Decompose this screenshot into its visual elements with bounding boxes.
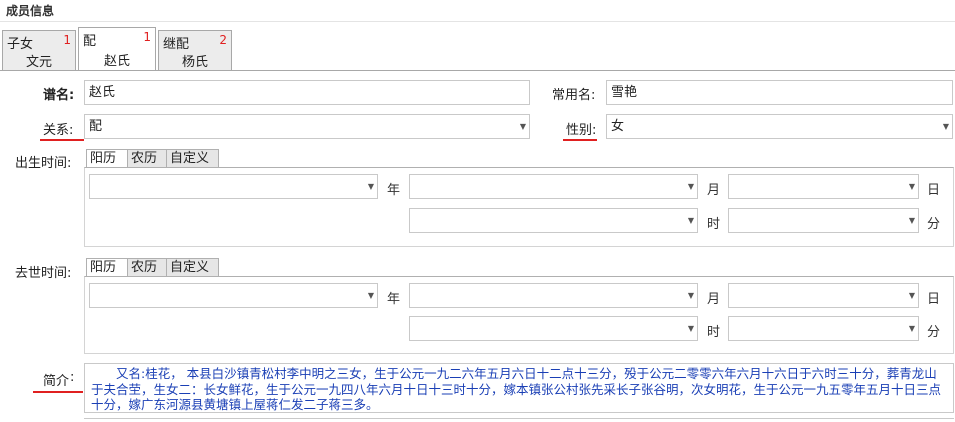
relation-label: 关系: <box>43 123 74 138</box>
common-name-label: 常用名: <box>552 88 596 103</box>
member-tab-children[interactable]: 子女 1 文元 <box>2 30 76 70</box>
genealogy-name-input[interactable]: 赵氏 <box>84 80 530 105</box>
bio-red-underline <box>33 391 83 393</box>
minute-unit: 分 <box>927 325 941 340</box>
header-divider <box>0 21 955 22</box>
dropdown-arrow-icon: ▼ <box>519 122 526 131</box>
relation-red-underline <box>40 139 84 141</box>
tabs-divider <box>0 70 955 71</box>
dropdown-arrow-icon: ▼ <box>687 182 694 191</box>
gender-red-underline <box>563 139 597 141</box>
day-unit: 日 <box>927 183 941 198</box>
birth-time-label: 出生时间: <box>15 156 72 171</box>
birth-tab-solar[interactable]: 阳历 <box>86 149 128 168</box>
death-month-select[interactable]: ▼ <box>409 283 698 308</box>
member-tab-name: 杨氏 <box>181 55 208 70</box>
member-tab-spouse[interactable]: 配 1 赵氏 <box>78 27 156 71</box>
hour-unit: 时 <box>707 325 721 340</box>
death-minute-select[interactable]: ▼ <box>728 316 919 341</box>
year-unit: 年 <box>387 292 401 307</box>
day-unit: 日 <box>927 292 941 307</box>
year-unit: 年 <box>387 183 401 198</box>
dropdown-arrow-icon: ▼ <box>367 291 374 300</box>
birth-hour-select[interactable]: ▼ <box>409 208 698 233</box>
member-tab-name: 文元 <box>25 55 52 70</box>
death-time-label: 去世时间: <box>15 266 72 281</box>
dropdown-arrow-icon: ▼ <box>687 216 694 225</box>
death-day-select[interactable]: ▼ <box>728 283 919 308</box>
birth-minute-select[interactable]: ▼ <box>728 208 919 233</box>
bio-label-colon: : <box>70 370 75 385</box>
birth-tab-custom[interactable]: 自定义 <box>166 149 219 168</box>
member-tab-second-spouse[interactable]: 继配 2 杨氏 <box>158 30 232 70</box>
birth-month-select[interactable]: ▼ <box>409 174 698 199</box>
death-year-select[interactable]: ▼ <box>89 283 378 308</box>
dropdown-arrow-icon: ▼ <box>908 182 915 191</box>
member-tab-label: 配 <box>83 34 97 49</box>
member-tab-count: 2 <box>219 33 227 47</box>
bio-label: 简介 <box>43 374 70 389</box>
common-name-input[interactable]: 雪艳 <box>606 80 953 105</box>
dropdown-arrow-icon: ▼ <box>687 291 694 300</box>
relation-select[interactable]: 配 ▼ <box>84 114 530 139</box>
gender-select[interactable]: 女 ▼ <box>606 114 953 139</box>
birth-tab-lunar[interactable]: 农历 <box>127 149 167 168</box>
dropdown-arrow-icon: ▼ <box>942 122 949 131</box>
genealogy-name-label: 谱名: <box>43 88 75 103</box>
relation-select-value: 配 <box>89 119 103 134</box>
death-tab-solar[interactable]: 阳历 <box>86 258 128 277</box>
birth-day-select[interactable]: ▼ <box>728 174 919 199</box>
section-title: 成员信息 <box>6 4 55 18</box>
death-tab-custom[interactable]: 自定义 <box>166 258 219 277</box>
birth-year-select[interactable]: ▼ <box>89 174 378 199</box>
death-tab-lunar[interactable]: 农历 <box>127 258 167 277</box>
month-unit: 月 <box>707 183 721 198</box>
bio-bottom-border <box>84 418 954 419</box>
gender-select-value: 女 <box>611 119 625 134</box>
dropdown-arrow-icon: ▼ <box>908 216 915 225</box>
month-unit: 月 <box>707 292 721 307</box>
bio-textarea[interactable]: 又名:桂花， 本县白沙镇青松村李中明之三女，生于公元一九二六年五月六日十二点十三… <box>84 363 954 413</box>
member-tab-count: 1 <box>143 30 151 44</box>
member-tab-count: 1 <box>63 33 71 47</box>
dropdown-arrow-icon: ▼ <box>908 324 915 333</box>
member-tab-label: 继配 <box>163 37 190 52</box>
gender-label: 性别: <box>566 123 597 138</box>
minute-unit: 分 <box>927 217 941 232</box>
hour-unit: 时 <box>707 217 721 232</box>
dropdown-arrow-icon: ▼ <box>908 291 915 300</box>
dropdown-arrow-icon: ▼ <box>687 324 694 333</box>
dropdown-arrow-icon: ▼ <box>367 182 374 191</box>
member-tab-name: 赵氏 <box>103 54 130 69</box>
death-hour-select[interactable]: ▼ <box>409 316 698 341</box>
member-tab-label: 子女 <box>7 37 34 52</box>
